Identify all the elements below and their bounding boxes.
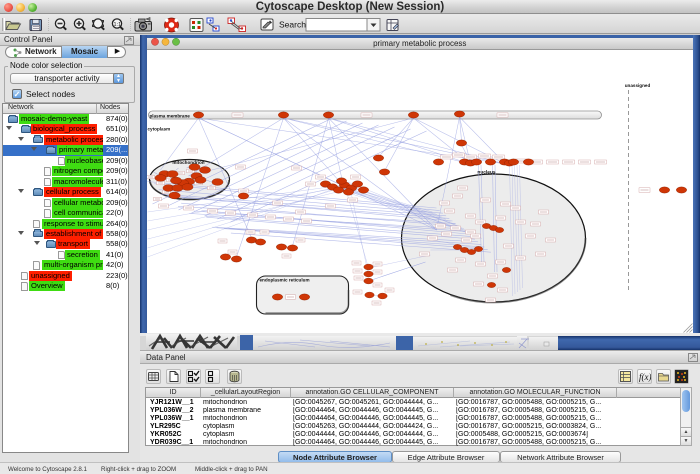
svg-text:1:1: 1:1 xyxy=(114,22,122,28)
svg-text:endoplasmic reticulum: endoplasmic reticulum xyxy=(259,278,309,283)
svg-text:nucleus: nucleus xyxy=(477,170,495,176)
svg-text:mitochondrion: mitochondrion xyxy=(172,160,204,165)
svg-text:f(x): f(x) xyxy=(639,372,651,382)
svg-text:plasma membrane: plasma membrane xyxy=(149,113,190,118)
svg-text:cytoplasm: cytoplasm xyxy=(147,127,170,132)
svg-text:Search:: Search: xyxy=(279,20,308,30)
svg-text:unassigned: unassigned xyxy=(624,83,650,88)
